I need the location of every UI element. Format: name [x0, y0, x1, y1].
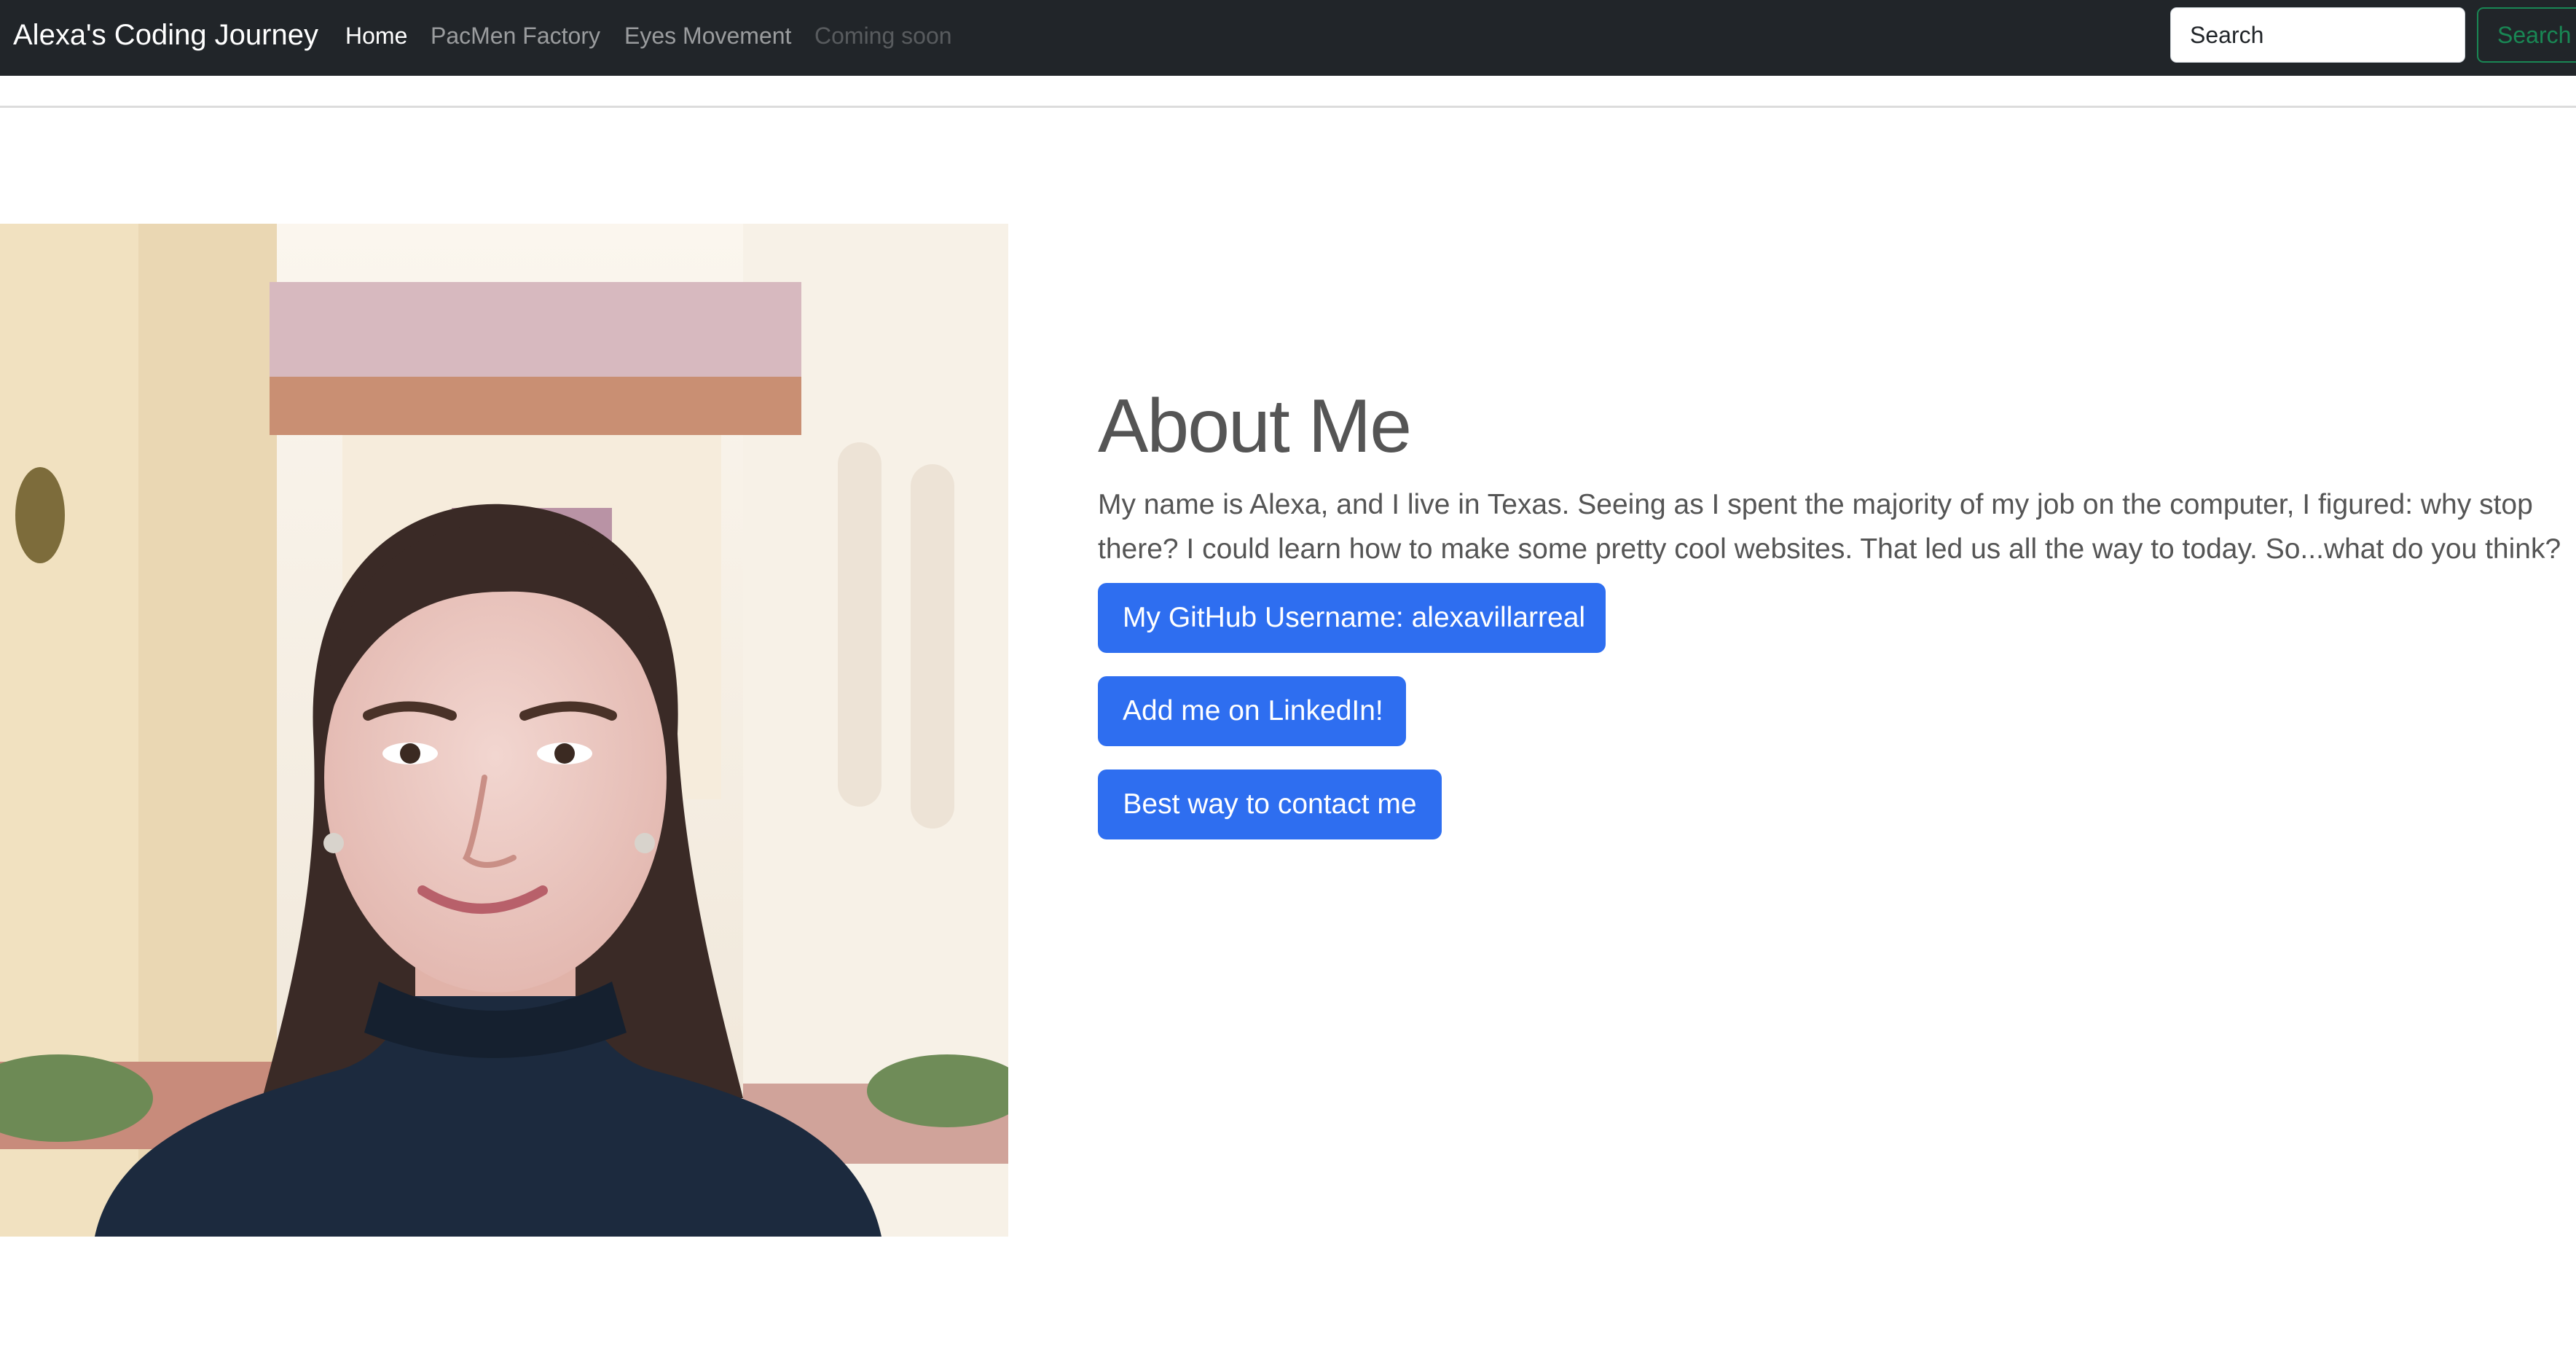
profile-photo: [0, 224, 1008, 1237]
nav-link-eyes-movement[interactable]: Eyes Movement: [624, 21, 791, 50]
brand-link[interactable]: Alexa's Coding Journey: [13, 17, 318, 52]
nav-link-home[interactable]: Home: [345, 21, 407, 50]
search-button[interactable]: Search: [2477, 7, 2576, 63]
nav-link-coming-soon: Coming soon: [814, 23, 952, 49]
contact-button[interactable]: Best way to contact me: [1098, 770, 1442, 839]
about-section: About Me My name is Alexa, and I live in…: [1098, 379, 2576, 571]
linkedin-button[interactable]: Add me on LinkedIn!: [1098, 676, 1406, 746]
search-input[interactable]: [2170, 7, 2465, 63]
about-title: About Me: [1098, 384, 1412, 469]
github-button[interactable]: My GitHub Username: alexavillarreal: [1098, 583, 1606, 653]
nav-link-pacmen-factory[interactable]: PacMen Factory: [431, 21, 600, 50]
navbar: Alexa's Coding Journey Home PacMen Facto…: [0, 0, 2576, 76]
about-text: My name is Alexa, and I live in Texas. S…: [1098, 489, 2561, 565]
section-divider: [0, 106, 2576, 108]
